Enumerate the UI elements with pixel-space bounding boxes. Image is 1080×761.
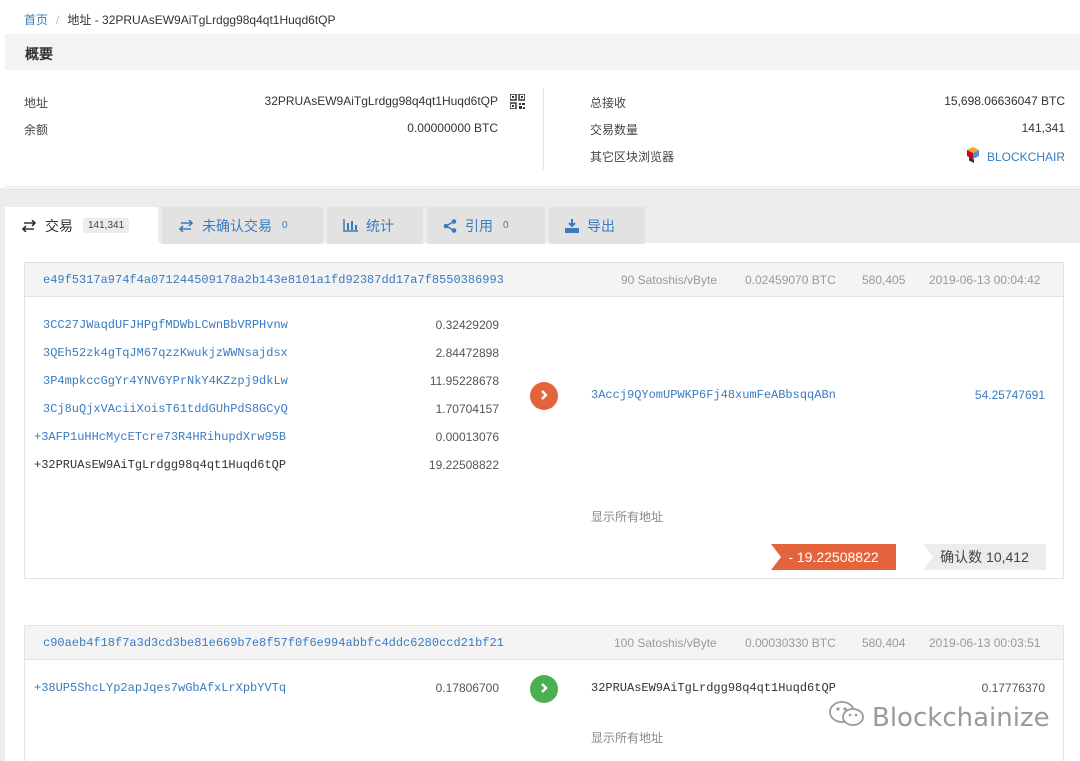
tab-references-label: 引用 bbox=[465, 217, 493, 234]
watermark: Blockchainize bbox=[828, 700, 1050, 735]
blockchair-logo-icon bbox=[965, 146, 981, 167]
balance-value: 0.00000000 BTC bbox=[407, 121, 498, 135]
block-height[interactable]: 580,404 bbox=[862, 636, 905, 650]
tab-statistics[interactable]: 统计 bbox=[327, 207, 423, 244]
direction-arrow-button[interactable] bbox=[530, 382, 558, 410]
download-icon bbox=[565, 218, 579, 233]
overview-panel: 地址 32PRUAsEW9AiTgLrdgg98q4qt1Huqd6tQP 余额… bbox=[5, 70, 1080, 187]
direction-arrow-button[interactable] bbox=[530, 675, 558, 703]
qr-code-icon[interactable] bbox=[509, 93, 526, 110]
overview-title: 概要 bbox=[5, 34, 1080, 70]
output-amount: 54.25747691 bbox=[974, 388, 1045, 402]
transaction-header: c90aeb4f18f7a3d3cd3be81e669b7e8f57f0f6e9… bbox=[25, 626, 1063, 660]
input-amount: 0.32429209 bbox=[435, 318, 499, 332]
fee-amount: 0.02459070 BTC bbox=[745, 273, 836, 287]
show-all-addresses-link[interactable]: 显示所有地址 bbox=[591, 508, 663, 525]
breadcrumb-home-link[interactable]: 首页 bbox=[24, 13, 48, 27]
share-icon bbox=[443, 218, 457, 233]
block-height[interactable]: 580,405 bbox=[862, 273, 905, 287]
input-amount: 2.84472898 bbox=[435, 346, 499, 360]
chevron-right-icon bbox=[538, 682, 550, 697]
address-value[interactable]: 32PRUAsEW9AiTgLrdgg98q4qt1Huqd6tQP bbox=[265, 94, 498, 108]
transaction-hash-link[interactable]: e49f5317a974f4a071244509178a2b143e8101a1… bbox=[43, 273, 504, 287]
input-address[interactable]: 3CC27JWaqdUFJHPgfMDWbLCwnBbVRPHvnw bbox=[43, 318, 288, 332]
overview-divider bbox=[543, 88, 544, 170]
tab-transactions-count: 141,341 bbox=[83, 218, 130, 233]
input-address[interactable]: 3Cj8uQjxVAciiXoisT61tddGUhPdS8GCyQ bbox=[43, 402, 288, 416]
balance-label: 余额 bbox=[24, 123, 49, 137]
show-all-addresses-link[interactable]: 显示所有地址 bbox=[591, 729, 663, 746]
input-address[interactable]: +38UP5ShcLYp2apJqes7wGbAfxLrXpbYVTq bbox=[34, 681, 286, 695]
output-amount: 0.17776370 bbox=[981, 681, 1045, 695]
breadcrumb-current: 地址 - 32PRUAsEW9AiTgLrdgg98q4qt1Huqd6tQP bbox=[67, 13, 336, 27]
tab-unconfirmed-label: 未确认交易 bbox=[202, 217, 272, 234]
fee-amount: 0.00030330 BTC bbox=[745, 636, 836, 650]
tab-references-count: 0 bbox=[503, 220, 509, 231]
chevron-right-icon bbox=[538, 389, 550, 404]
fee-rate: 100 Satoshis/vByte bbox=[614, 636, 717, 650]
tx-count-label: 交易数量 bbox=[590, 123, 639, 137]
input-address[interactable]: +3AFP1uHHcMycETcre73R4HRihupdXrw95B bbox=[34, 430, 286, 444]
blockchair-link[interactable]: BLOCKCHAIR bbox=[965, 146, 1065, 167]
net-change-badge: - 19.22508822 bbox=[771, 544, 896, 570]
tab-export-label: 导出 bbox=[587, 217, 615, 234]
tx-time: 2019-06-13 00:04:42 bbox=[929, 273, 1041, 287]
output-address-current[interactable]: 32PRUAsEW9AiTgLrdgg98q4qt1Huqd6tQP bbox=[591, 681, 836, 695]
swap-icon bbox=[178, 219, 194, 232]
input-address[interactable]: 3QEh52zk4gTqJM67qzzKwukjzWWNsajdsx bbox=[43, 346, 288, 360]
input-address-current[interactable]: +32PRUAsEW9AiTgLrdgg98q4qt1Huqd6tQP bbox=[34, 458, 286, 472]
input-amount: 11.95228678 bbox=[429, 374, 499, 388]
bar-chart-icon bbox=[343, 219, 358, 232]
input-amount: 0.00013076 bbox=[435, 430, 499, 444]
address-label: 地址 bbox=[24, 96, 49, 110]
watermark-text: Blockchainize bbox=[872, 702, 1050, 733]
breadcrumb: 首页 / 地址 - 32PRUAsEW9AiTgLrdgg98q4qt1Huqd6t… bbox=[0, 0, 1080, 34]
explorers-label: 其它区块浏览器 bbox=[590, 150, 675, 164]
total-received-value: 15,698.06636047 BTC bbox=[944, 94, 1065, 108]
transaction-header: e49f5317a974f4a071244509178a2b143e8101a1… bbox=[25, 263, 1063, 297]
tx-time: 2019-06-13 00:03:51 bbox=[929, 636, 1041, 650]
wechat-icon bbox=[828, 700, 866, 735]
tx-count-value: 141,341 bbox=[1021, 121, 1065, 135]
tab-references[interactable]: 引用 0 bbox=[427, 207, 545, 244]
tab-transactions-label: 交易 bbox=[45, 217, 73, 234]
tab-transactions[interactable]: 交易 141,341 bbox=[5, 207, 158, 244]
tab-statistics-label: 统计 bbox=[366, 217, 394, 234]
fee-rate: 90 Satoshis/vByte bbox=[621, 273, 718, 287]
transaction-hash-link[interactable]: c90aeb4f18f7a3d3cd3be81e669b7e8f57f0f6e9… bbox=[43, 636, 504, 650]
total-received-label: 总接收 bbox=[590, 96, 627, 110]
tab-unconfirmed-count: 0 bbox=[282, 220, 288, 231]
input-address[interactable]: 3P4mpkccGgYr4YNV6YPrNkY4KZzpj9dkLw bbox=[43, 374, 288, 388]
breadcrumb-separator: / bbox=[56, 13, 60, 27]
input-amount: 0.17806700 bbox=[435, 681, 499, 695]
input-amount: 1.70704157 bbox=[435, 402, 499, 416]
confirmations-badge: 确认数 10,412 bbox=[923, 544, 1046, 570]
transaction-card: e49f5317a974f4a071244509178a2b143e8101a1… bbox=[24, 262, 1064, 579]
transaction-card: c90aeb4f18f7a3d3cd3be81e669b7e8f57f0f6e9… bbox=[24, 625, 1064, 761]
output-address[interactable]: 3Accj9QYomUPWKP6Fj48xumFeABbsqqABn bbox=[591, 388, 836, 402]
swap-icon bbox=[21, 219, 37, 232]
tab-export[interactable]: 导出 bbox=[549, 207, 645, 244]
blockchair-label: BLOCKCHAIR bbox=[987, 149, 1066, 164]
input-amount: 19.22508822 bbox=[428, 458, 499, 472]
tab-unconfirmed[interactable]: 未确认交易 0 bbox=[162, 207, 323, 244]
